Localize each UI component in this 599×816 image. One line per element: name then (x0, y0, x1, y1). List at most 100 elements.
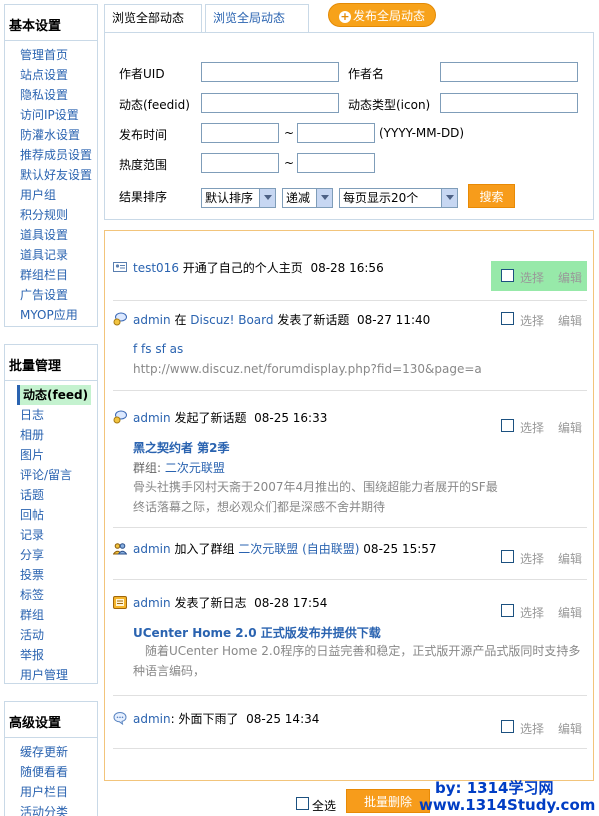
sidebar-item-random[interactable]: 随便看看 (5, 762, 97, 782)
icon-input[interactable] (440, 93, 578, 113)
sidebar-item-props-log[interactable]: 道具记录 (5, 245, 97, 265)
sidebar-item-comment[interactable]: 评论/留言 (5, 465, 97, 485)
sidebar-item-antispam[interactable]: 防灌水设置 (5, 125, 97, 145)
sidebar-item-group[interactable]: 群组 (5, 605, 97, 625)
feed-user-link[interactable]: admin (133, 712, 171, 726)
hot-to-input[interactable] (297, 153, 375, 173)
feed-group-link[interactable]: 二次元联盟 (自由联盟) (238, 542, 359, 556)
feed-select-checkbox[interactable] (501, 312, 514, 325)
icon-label: 动态类型(icon) (348, 98, 431, 112)
feed-ops: 选择 编辑 (491, 542, 587, 572)
sidebar-item-event[interactable]: 活动 (5, 625, 97, 645)
time-to-input[interactable] (297, 123, 375, 143)
feed-select-checkbox[interactable] (501, 419, 514, 432)
feed-user-link[interactable]: admin (133, 542, 171, 556)
tab-global-feeds[interactable]: 浏览全局动态 (205, 4, 309, 32)
feed-action-text: 发起了新话题 (174, 411, 247, 425)
select-all-checkbox[interactable] (296, 797, 309, 810)
publish-global-feed-button[interactable]: + 发布全局动态 (328, 3, 437, 27)
feed-user-link[interactable]: test016 (133, 261, 179, 275)
sidebar-item-ip[interactable]: 访问IP设置 (5, 105, 97, 125)
feed-group-link[interactable]: 二次元联盟 (165, 461, 225, 475)
feed-edit-link[interactable]: 编辑 (558, 604, 582, 621)
sidebar-item-feed[interactable]: 动态(feed) (17, 385, 91, 405)
blog-icon (113, 595, 127, 609)
sidebar-item-report[interactable]: 举报 (5, 645, 97, 665)
feed-time: 08-28 16:56 (310, 261, 384, 275)
feed-time: 08-28 17:54 (254, 596, 328, 610)
sidebar-item-site-settings[interactable]: 站点设置 (5, 65, 97, 85)
feed-title-link[interactable]: UCenter Home 2.0 正式版发布并提供下载 (133, 624, 381, 641)
time-from-input[interactable] (201, 123, 279, 143)
thread-icon (113, 410, 127, 424)
sidebar-item-ads[interactable]: 广告设置 (5, 285, 97, 305)
per-page-select[interactable]: 每页显示20个 (339, 188, 458, 208)
feed-header: admin 加入了群组 二次元联盟 (自由联盟) 08-25 15:57 (112, 540, 437, 557)
sidebar-item-user-manage[interactable]: 用户管理 (5, 665, 97, 685)
sidebar-item-cache[interactable]: 缓存更新 (5, 742, 97, 762)
order-dir-value: 递减 (286, 191, 311, 205)
sidebar-item-share[interactable]: 分享 (5, 545, 97, 565)
sidebar-item-recommend[interactable]: 推荐成员设置 (5, 145, 97, 165)
sidebar-item-props[interactable]: 道具设置 (5, 225, 97, 245)
sidebar-item-album[interactable]: 相册 (5, 425, 97, 445)
feed-group-label: 群组: (133, 461, 162, 475)
sidebar-item-tag[interactable]: 标签 (5, 585, 97, 605)
search-button[interactable]: 搜索 (468, 184, 515, 208)
sidebar-item-doing[interactable]: 记录 (5, 525, 97, 545)
thread-icon (113, 312, 127, 326)
feed-body-text: 骨头社携手冈村天斋于2007年4月推出的、围绕超能力者展开的SF最终话落幕之际，… (133, 480, 498, 514)
sidebar-item-event-class[interactable]: 活动分类 (5, 802, 97, 816)
feed-list: test016 开通了自己的个人主页 08-28 16:56 选择 编辑 adm… (104, 230, 594, 816)
watermark-line2: www.1314Study.com (419, 796, 596, 814)
plus-icon: + (339, 10, 351, 23)
feed-user-link[interactable]: admin (133, 313, 171, 327)
order-by-select[interactable]: 默认排序 (201, 188, 276, 208)
sidebar-item-privacy[interactable]: 隐私设置 (5, 85, 97, 105)
hot-range-label: 热度范围 (119, 158, 168, 172)
sidebar-item-post[interactable]: 回帖 (5, 505, 97, 525)
dropdown-arrow-icon (259, 189, 275, 207)
sidebar-item-default-friends[interactable]: 默认好友设置 (5, 165, 97, 185)
feed-select-label: 选择 (520, 722, 545, 736)
feed-board-link[interactable]: Discuz! Board (190, 313, 273, 327)
hot-from-input[interactable] (201, 153, 279, 173)
feed-edit-link[interactable]: 编辑 (558, 720, 582, 737)
author-uid-input[interactable] (201, 62, 339, 82)
batch-delete-button[interactable]: 批量删除 (346, 789, 430, 813)
feed-select-label: 选择 (520, 606, 545, 620)
feed-edit-link[interactable]: 编辑 (558, 550, 582, 567)
feed-select-checkbox[interactable] (501, 604, 514, 617)
sidebar-item-credit-rules[interactable]: 积分规则 (5, 205, 97, 225)
feed-title-link[interactable]: 黑之契约者 第2季 (133, 439, 230, 456)
feed-select-checkbox[interactable] (501, 720, 514, 733)
feed-select-checkbox[interactable] (501, 269, 514, 282)
sidebar-item-pic[interactable]: 图片 (5, 445, 97, 465)
feed-title-link[interactable]: f fs sf as (133, 342, 183, 356)
feed-ops: 选择 编辑 (491, 712, 587, 742)
feed-ops: 选择 编辑 (491, 596, 587, 626)
feed-edit-link[interactable]: 编辑 (558, 269, 582, 286)
batch-manage-panel: 批量管理 动态(feed) 日志 相册 图片 评论/留言 话题 回帖 记录 分享… (4, 344, 98, 684)
tab-all-feeds[interactable]: 浏览全部动态 (104, 4, 202, 32)
order-dir-select[interactable]: 递减 (282, 188, 333, 208)
author-name-input[interactable] (440, 62, 578, 82)
feed-item: admin: 外面下雨了 08-25 14:34 选择 编辑 (113, 696, 587, 749)
sidebar-item-myop[interactable]: MYOP应用 (5, 305, 97, 325)
sidebar-item-poll[interactable]: 投票 (5, 565, 97, 585)
sidebar-item-thread[interactable]: 话题 (5, 485, 97, 505)
feed-user-link[interactable]: admin (133, 411, 171, 425)
feed-edit-link[interactable]: 编辑 (558, 419, 582, 436)
sidebar-item-admin-home[interactable]: 管理首页 (5, 45, 97, 65)
feed-time: 08-25 15:57 (363, 542, 437, 556)
feed-select-checkbox[interactable] (501, 550, 514, 563)
sidebar-item-group-columns[interactable]: 群组栏目 (5, 265, 97, 285)
sidebar-item-blog[interactable]: 日志 (5, 405, 97, 425)
feed-select-label: 选择 (520, 552, 545, 566)
feed-user-link[interactable]: admin (133, 596, 171, 610)
feedid-input[interactable] (201, 93, 339, 113)
feed-edit-link[interactable]: 编辑 (558, 312, 582, 329)
sidebar-item-usergroup[interactable]: 用户组 (5, 185, 97, 205)
order-by-value: 默认排序 (205, 191, 254, 205)
sidebar-item-user-columns[interactable]: 用户栏目 (5, 782, 97, 802)
